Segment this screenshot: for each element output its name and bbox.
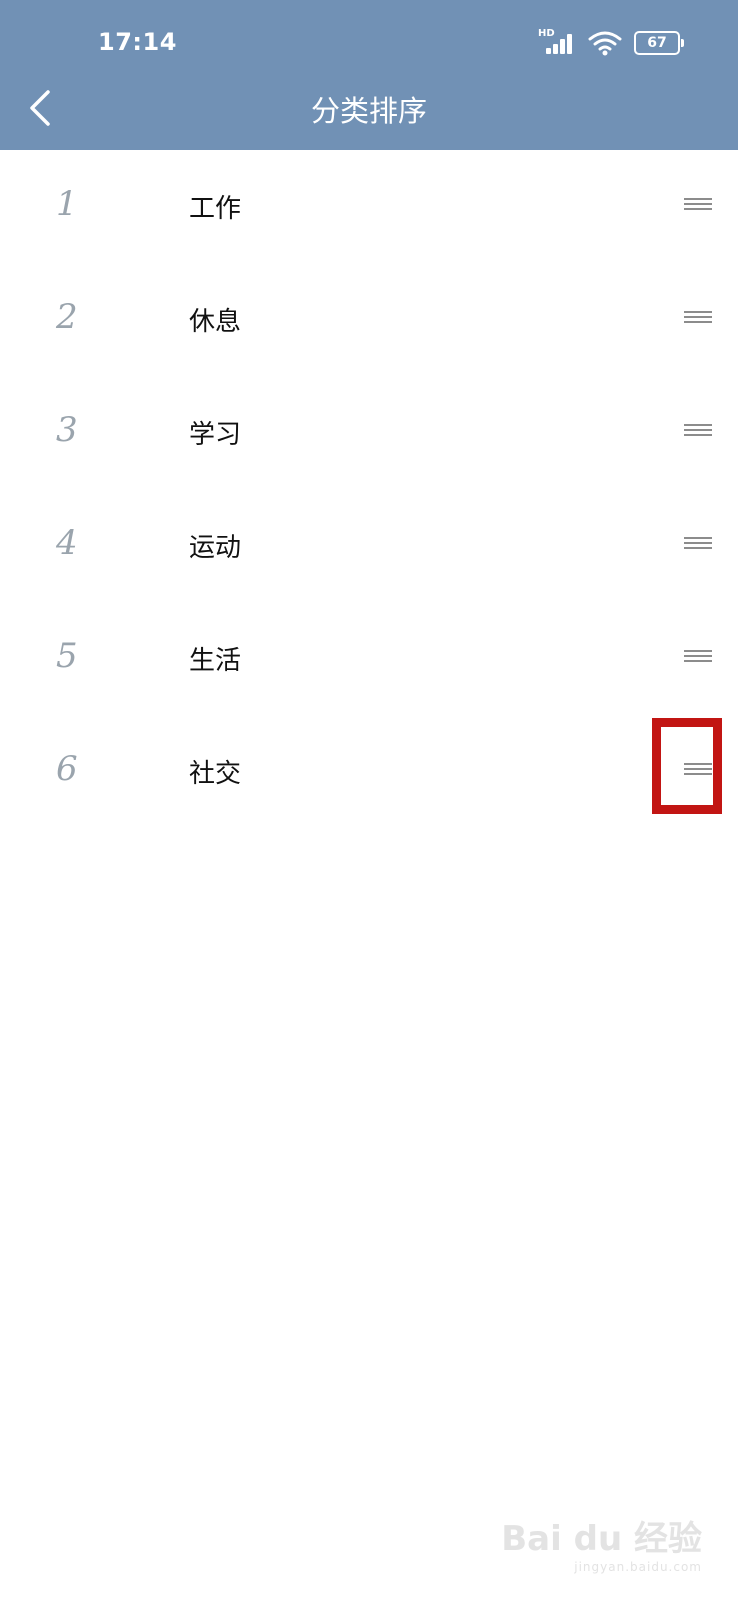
watermark: Bai du 经验 jingyan.baidu.com — [501, 1511, 702, 1574]
item-label: 休息 — [189, 307, 242, 337]
item-index: 3 — [56, 410, 78, 450]
item-index: 6 — [56, 749, 78, 789]
item-index: 1 — [56, 184, 78, 224]
app-header: 17:14 HD 67 分类排序 — [0, 0, 738, 150]
list-item[interactable]: 5 生活 — [0, 602, 738, 715]
item-label: 工作 — [189, 194, 242, 224]
network-type: HD — [538, 28, 555, 39]
drag-handle-icon[interactable] — [684, 311, 714, 327]
battery-level: 67 — [647, 35, 667, 51]
list-item[interactable]: 2 休息 — [0, 263, 738, 376]
category-list: 1 工作 2 休息 3 学习 4 运动 5 生活 6 社交 — [0, 150, 738, 828]
watermark-url: jingyan.baidu.com — [574, 1560, 702, 1574]
drag-handle-icon[interactable] — [684, 650, 714, 666]
status-time: 17:14 — [98, 28, 177, 56]
highlight-box — [652, 718, 722, 814]
drag-handle-icon[interactable] — [684, 424, 714, 440]
item-label: 社交 — [189, 759, 242, 789]
item-index: 5 — [56, 636, 78, 676]
list-item[interactable]: 3 学习 — [0, 376, 738, 489]
wifi-icon — [588, 31, 622, 56]
list-item[interactable]: 4 运动 — [0, 489, 738, 602]
page-title: 分类排序 — [310, 94, 427, 128]
drag-handle-icon[interactable] — [684, 198, 714, 214]
item-label: 生活 — [189, 646, 242, 676]
battery-icon: 67 — [634, 31, 684, 55]
watermark-text: Bai du 经验 — [501, 1519, 702, 1559]
drag-handle-icon[interactable] — [684, 537, 714, 553]
list-item[interactable]: 1 工作 — [0, 150, 738, 263]
item-label: 运动 — [189, 533, 242, 563]
status-icons: HD 67 — [538, 28, 684, 58]
cellular-signal-icon: HD — [538, 28, 576, 56]
item-index: 2 — [56, 297, 78, 337]
list-item[interactable]: 6 社交 — [0, 715, 738, 828]
item-label: 学习 — [189, 420, 242, 450]
item-index: 4 — [56, 523, 78, 563]
